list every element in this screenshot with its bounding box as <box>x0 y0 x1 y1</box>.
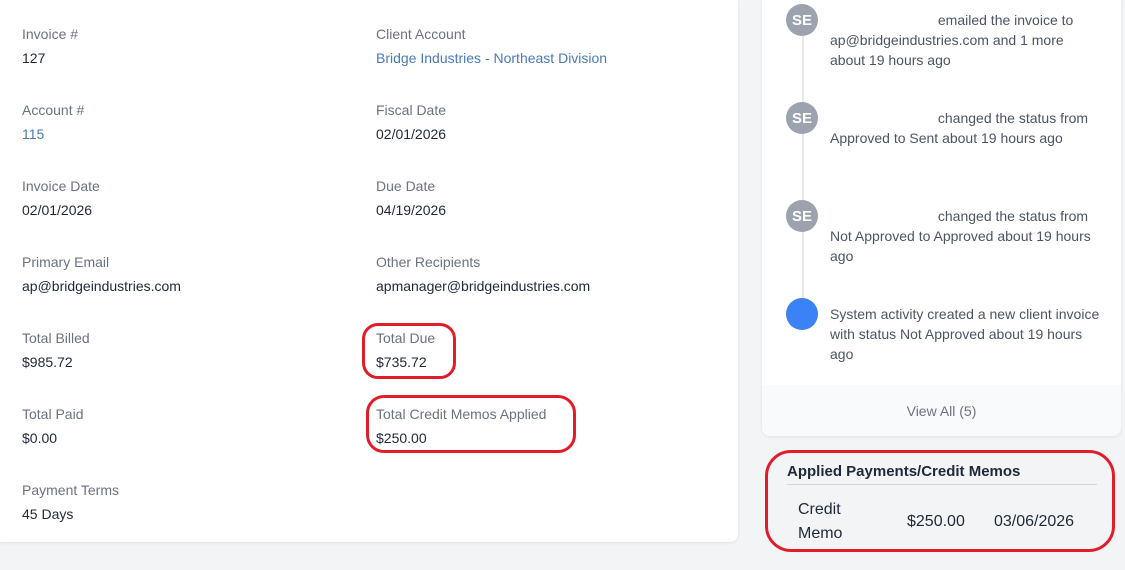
field-label: Total Credit Memos Applied <box>376 406 547 422</box>
field-invoice-date: Invoice Date 02/01/2026 <box>22 177 100 219</box>
activity-item: System activity created a new client inv… <box>830 304 1100 364</box>
field-value: $0.00 <box>22 430 58 446</box>
payments-divider <box>787 484 1097 485</box>
account-number-link[interactable]: 115 <box>22 125 84 143</box>
timeline-line <box>802 36 804 298</box>
activity-item: emailed the invoice to ap@bridgeindustri… <box>830 10 1100 70</box>
field-label: Primary Email <box>22 254 110 270</box>
payment-date: 03/06/2026 <box>994 513 1075 530</box>
field-invoice-number: Invoice # 127 <box>22 25 78 67</box>
field-label: Total Billed <box>22 330 90 346</box>
activity-item-text: System activity created a new client inv… <box>830 306 1100 362</box>
field-total-due: Total Due $735.72 <box>376 329 435 371</box>
field-label: Invoice # <box>22 26 79 42</box>
field-value: ap@bridgeindustries.com <box>22 278 181 294</box>
field-label: Total Due <box>376 330 436 346</box>
field-fiscal-date: Fiscal Date 02/01/2026 <box>376 101 446 143</box>
field-label: Client Account <box>376 26 466 42</box>
field-label: Invoice Date <box>22 178 100 194</box>
field-value: $735.72 <box>376 354 427 370</box>
client-account-link[interactable]: Bridge Industries - Northeast Division <box>376 49 607 67</box>
redacted-user-name <box>830 113 934 123</box>
field-label: Fiscal Date <box>376 102 447 118</box>
field-value: 127 <box>22 50 46 66</box>
field-total-credit-memos: Total Credit Memos Applied $250.00 <box>376 405 546 447</box>
field-total-billed: Total Billed $985.72 <box>22 329 90 371</box>
field-total-paid: Total Paid $0.00 <box>22 405 83 447</box>
field-value: 02/01/2026 <box>22 202 93 218</box>
field-value: $985.72 <box>22 354 73 370</box>
field-other-recipients: Other Recipients apmanager@bridgeindustr… <box>376 253 590 295</box>
user-avatar: SE <box>786 200 818 232</box>
field-value: 45 Days <box>22 506 74 522</box>
field-value: $250.00 <box>376 430 427 446</box>
activity-item: changed the status from Not Approved to … <box>830 206 1100 266</box>
field-payment-terms: Payment Terms 45 Days <box>22 481 119 523</box>
field-value: 02/01/2026 <box>376 126 447 142</box>
user-avatar: SE <box>786 4 818 36</box>
payment-amount: $250.00 <box>907 513 965 530</box>
field-client-account: Client Account Bridge Industries - North… <box>376 25 607 67</box>
view-all-label: View All (5) <box>906 402 977 419</box>
field-account-number: Account # 115 <box>22 101 84 143</box>
view-all-button[interactable]: View All (5) <box>762 385 1121 436</box>
invoice-details-card: Invoice # 127 Client Account Bridge Indu… <box>0 0 738 542</box>
activity-item: changed the status from Approved to Sent… <box>830 108 1100 148</box>
payment-type: Credit Memo <box>798 501 843 542</box>
field-due-date: Due Date 04/19/2026 <box>376 177 446 219</box>
field-value: apmanager@bridgeindustries.com <box>376 278 591 294</box>
field-label: Other Recipients <box>376 254 481 270</box>
payments-title: Applied Payments/Credit Memos <box>787 463 1021 480</box>
redacted-user-name <box>830 15 934 25</box>
activity-card: SE emailed the invoice to ap@bridgeindus… <box>762 0 1121 436</box>
user-avatar: SE <box>786 102 818 134</box>
field-value: 04/19/2026 <box>376 202 447 218</box>
field-label: Due Date <box>376 178 436 194</box>
redacted-user-name <box>830 211 934 221</box>
field-label: Account # <box>22 102 85 118</box>
field-label: Total Paid <box>22 406 84 422</box>
system-avatar <box>786 298 818 330</box>
field-primary-email: Primary Email ap@bridgeindustries.com <box>22 253 181 295</box>
field-label: Payment Terms <box>22 482 119 498</box>
